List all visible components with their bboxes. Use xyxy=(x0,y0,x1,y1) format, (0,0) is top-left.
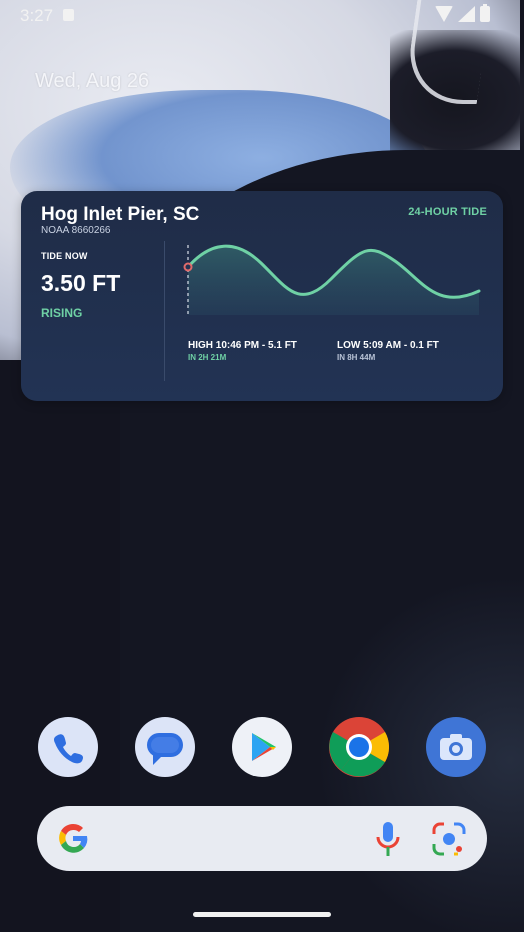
messages-app[interactable] xyxy=(135,717,195,777)
widget-location: Hog Inlet Pier, SC xyxy=(41,204,200,225)
low-tide-eta: IN 8H 44M xyxy=(337,353,376,362)
camera-icon xyxy=(440,734,472,760)
play-store-icon xyxy=(252,733,276,761)
high-tide-info: HIGH 10:46 PM - 5.1 FT xyxy=(188,340,297,351)
low-tide-info: LOW 5:09 AM - 0.1 FT xyxy=(337,340,439,351)
app-dock xyxy=(0,717,524,777)
gesture-nav-bar[interactable] xyxy=(193,912,331,917)
phone-icon xyxy=(54,734,83,764)
widget-badge: 24-HOUR TIDE xyxy=(408,206,487,218)
google-search-bar[interactable] xyxy=(37,806,487,871)
current-tide-marker xyxy=(183,262,193,272)
tide-widget[interactable]: Hog Inlet Pier, SC NOAA 8660266 24-HOUR … xyxy=(21,191,503,401)
home-date[interactable]: Wed, Aug 26 xyxy=(35,70,149,93)
wifi-icon xyxy=(435,6,453,22)
tide-now-panel: TIDE NOW 3.50 FT RISING xyxy=(41,251,120,320)
widget-station: NOAA 8660266 xyxy=(41,225,111,236)
microphone-icon[interactable] xyxy=(373,820,403,858)
google-logo-icon xyxy=(59,823,88,853)
chrome-app[interactable] xyxy=(329,717,390,777)
widget-divider xyxy=(164,241,165,381)
camera-app[interactable] xyxy=(426,717,486,777)
lens-icon[interactable] xyxy=(430,820,468,858)
battery-icon xyxy=(480,4,490,22)
notification-icon xyxy=(63,9,74,21)
messages-icon xyxy=(147,733,183,765)
status-bar: 3:27 xyxy=(0,0,524,30)
tide-now-label: TIDE NOW xyxy=(41,251,88,261)
phone-app[interactable] xyxy=(38,717,98,777)
tide-chart xyxy=(183,244,481,315)
tide-now-value: 3.50 FT xyxy=(41,270,121,296)
chrome-icon xyxy=(329,717,390,777)
high-tide-eta: IN 2H 21M xyxy=(188,353,227,362)
status-clock: 3:27 xyxy=(20,6,54,25)
signal-icon xyxy=(458,6,475,22)
tide-curve-fill xyxy=(188,246,479,315)
wallpaper xyxy=(0,0,524,932)
play-store-app[interactable] xyxy=(232,717,292,777)
tide-trend: RISING xyxy=(41,306,83,320)
